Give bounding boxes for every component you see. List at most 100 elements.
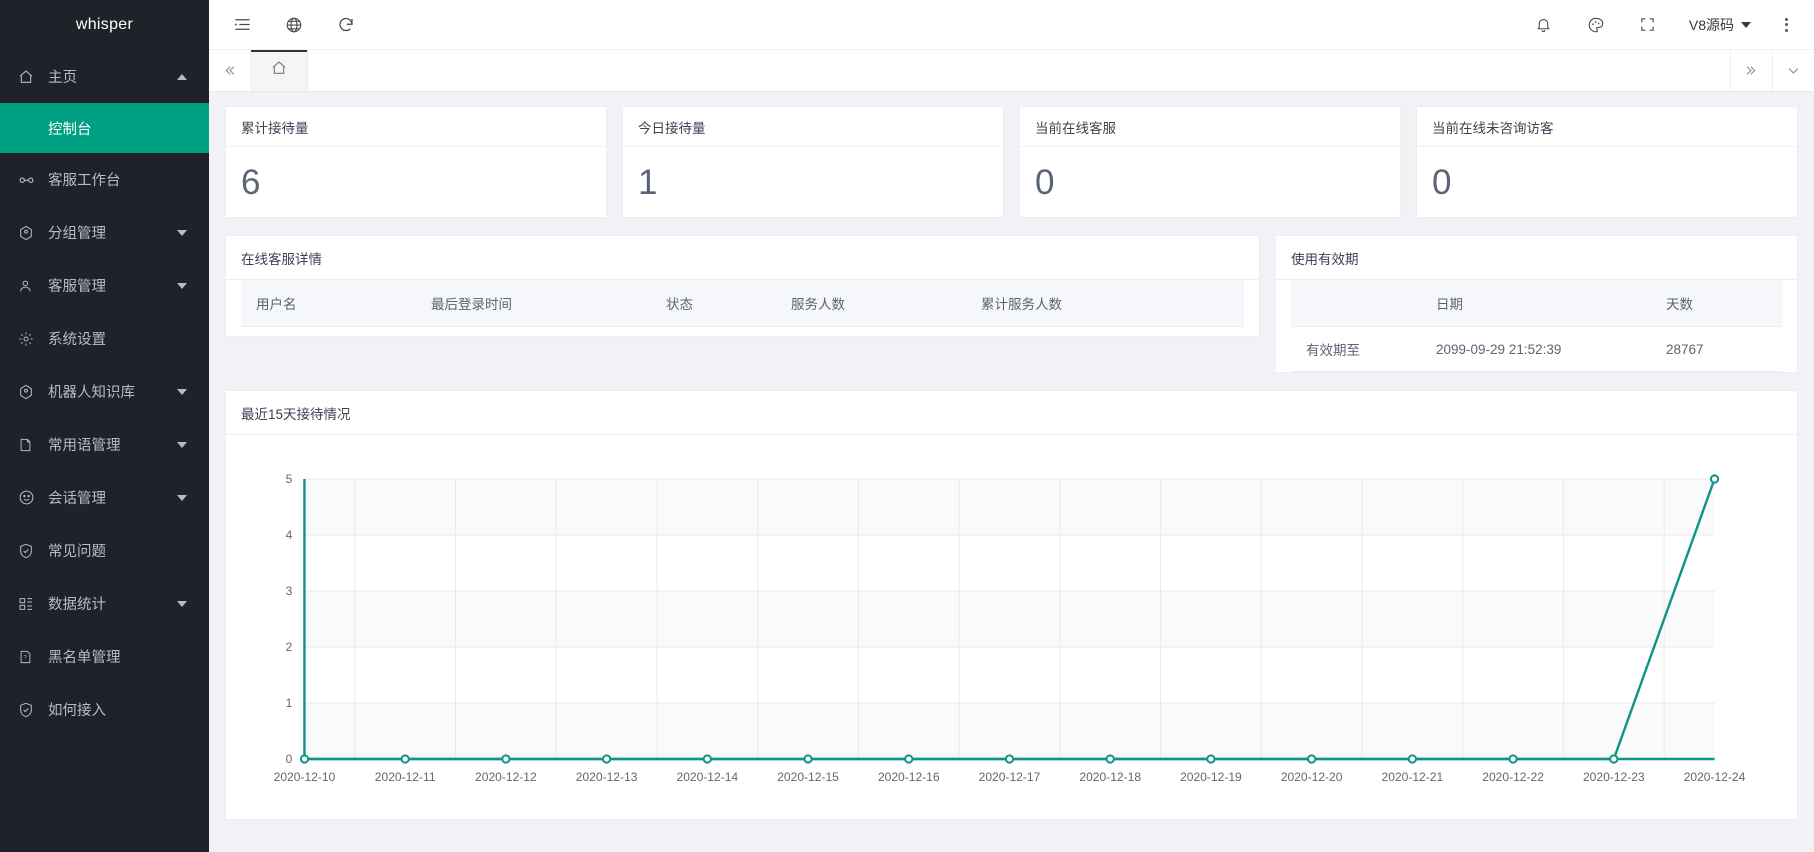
sidebar-item-label: 系统设置 (40, 328, 189, 349)
stat-card-title: 累计接待量 (226, 107, 606, 147)
brand-logo: whisper (0, 0, 209, 50)
chevron-down-icon (175, 438, 189, 452)
tab-home[interactable] (251, 50, 308, 91)
svg-text:?: ? (24, 654, 27, 660)
stat-cards-row: 累计接待量 6 今日接待量 1 当前在线客服 0 (225, 106, 1798, 218)
sidebar-item-workbench[interactable]: 客服工作台 (0, 153, 209, 206)
stat-card-value: 0 (1432, 165, 1451, 200)
gear-icon (18, 330, 40, 348)
chevron-down-icon (175, 279, 189, 293)
svg-text:2020-12-21: 2020-12-21 (1382, 770, 1444, 784)
panel-title: 使用有效期 (1276, 236, 1797, 280)
chevron-down-icon (1741, 22, 1751, 28)
refresh-icon[interactable] (335, 14, 357, 36)
svg-text:2020-12-13: 2020-12-13 (576, 770, 638, 784)
sidebar-item-label: 主页 (40, 66, 175, 87)
chevron-down-icon (175, 597, 189, 611)
svg-text:2020-12-22: 2020-12-22 (1482, 770, 1544, 784)
sidebar-item-label: 机器人知识库 (40, 381, 175, 402)
shield-check-icon (18, 542, 40, 560)
stat-card-title: 今日接待量 (623, 107, 1003, 147)
sidebar-item-phrases[interactable]: 常用语管理 (0, 418, 209, 471)
sidebar-item-home[interactable]: 主页 (0, 50, 209, 103)
mid-row: 在线客服详情 用户名 最后登录时间 状态 服务人数 累计服务人数 (225, 235, 1798, 373)
vertical-dots-icon[interactable] (1781, 18, 1792, 32)
sidebar-item-statistics[interactable]: 数据统计 (0, 577, 209, 630)
sidebar-item-label: 常见问题 (40, 540, 189, 561)
sidebar-item-label: 会话管理 (40, 487, 175, 508)
agents-table-wrap: 用户名 最后登录时间 状态 服务人数 累计服务人数 (226, 280, 1259, 327)
note-icon (18, 436, 40, 454)
svg-text:2020-12-18: 2020-12-18 (1079, 770, 1141, 784)
svg-text:4: 4 (286, 528, 293, 542)
stat-card-value: 1 (638, 165, 657, 200)
col-status: 状态 (651, 280, 776, 327)
svg-text:2020-12-15: 2020-12-15 (777, 770, 839, 784)
online-agents-panel: 在线客服详情 用户名 最后登录时间 状态 服务人数 累计服务人数 (225, 235, 1260, 337)
app-root: whisper 主页 控制台 客服工作台 (0, 0, 1814, 852)
sidebar-item-robot-kb[interactable]: 机器人知识库 (0, 365, 209, 418)
topbar: V8源码 (209, 0, 1814, 50)
user-name-label: V8源码 (1689, 15, 1734, 35)
col-username: 用户名 (241, 280, 416, 327)
stat-card-today-receptions: 今日接待量 1 (622, 106, 1004, 218)
col-serving-count: 服务人数 (776, 280, 966, 327)
sidebar-item-label: 常用语管理 (40, 434, 175, 455)
svg-text:2020-12-16: 2020-12-16 (878, 770, 940, 784)
fullscreen-icon[interactable] (1637, 14, 1659, 36)
dashboard-content: 累计接待量 6 今日接待量 1 当前在线客服 0 (209, 92, 1814, 852)
sidebar-item-group-mgmt[interactable]: 分组管理 (0, 206, 209, 259)
col-date: 日期 (1421, 280, 1651, 327)
panel-title: 在线客服详情 (226, 236, 1259, 280)
chevron-double-left-icon[interactable] (209, 50, 251, 91)
stat-card-body: 6 (226, 147, 606, 218)
sidebar-item-faq[interactable]: 常见问题 (0, 524, 209, 577)
svg-text:2020-12-23: 2020-12-23 (1583, 770, 1645, 784)
sidebar-item-label: 分组管理 (40, 222, 175, 243)
svg-text:2020-12-20: 2020-12-20 (1281, 770, 1343, 784)
bell-icon[interactable] (1533, 14, 1555, 36)
svg-text:2020-12-24: 2020-12-24 (1684, 770, 1746, 784)
robot-icon (18, 383, 40, 401)
sidebar-item-label: 黑名单管理 (40, 646, 189, 667)
svg-text:1: 1 (286, 696, 293, 710)
palette-icon[interactable] (1585, 14, 1607, 36)
svg-text:2020-12-11: 2020-12-11 (375, 770, 436, 784)
agents-table: 用户名 最后登录时间 状态 服务人数 累计服务人数 (241, 280, 1244, 327)
svg-text:2020-12-17: 2020-12-17 (979, 770, 1041, 784)
col-blank (1291, 280, 1421, 327)
expiry-table: 日期 天数 有效期至 2099-09-29 21:52:39 28767 (1291, 280, 1782, 372)
chart-area: 0123452020-12-102020-12-112020-12-122020… (226, 435, 1797, 819)
menu-fold-icon[interactable] (231, 14, 253, 36)
tabbar (209, 50, 1814, 92)
chevron-down-icon (175, 226, 189, 240)
topbar-left-controls (209, 14, 357, 36)
sidebar-item-agent-mgmt[interactable]: 客服管理 (0, 259, 209, 312)
tabbar-dropdown-icon[interactable] (1772, 50, 1814, 91)
sidebar-item-label: 如何接入 (40, 699, 189, 720)
stat-card-body: 0 (1417, 147, 1797, 218)
headset-icon (18, 171, 40, 189)
sidebar-item-session-mgmt[interactable]: 会话管理 (0, 471, 209, 524)
sidebar-item-console[interactable]: 控制台 (0, 103, 209, 153)
stat-card-body: 1 (623, 147, 1003, 218)
topbar-right-controls: V8源码 (1533, 14, 1814, 36)
sidebar-item-blacklist[interactable]: ? 黑名单管理 (0, 630, 209, 683)
cell-label: 有效期至 (1291, 327, 1421, 372)
stat-card-value: 0 (1035, 165, 1054, 200)
sidebar-item-how-to-access[interactable]: 如何接入 (0, 683, 209, 736)
svg-text:0: 0 (286, 752, 293, 766)
globe-icon[interactable] (283, 14, 305, 36)
sidebar-item-system-settings[interactable]: 系统设置 (0, 312, 209, 365)
col-days: 天数 (1651, 280, 1782, 327)
chevron-double-right-icon[interactable] (1730, 50, 1772, 91)
user-menu[interactable]: V8源码 (1689, 15, 1751, 35)
svg-text:2020-12-10: 2020-12-10 (274, 770, 336, 784)
panel-title: 最近15天接待情况 (226, 391, 1797, 435)
blacklist-icon: ? (18, 648, 40, 666)
stat-card-value: 6 (241, 165, 260, 200)
table-row: 有效期至 2099-09-29 21:52:39 28767 (1291, 327, 1782, 372)
col-total-served: 累计服务人数 (966, 280, 1244, 327)
sidebar-item-label: 数据统计 (40, 593, 175, 614)
stat-card-body: 0 (1020, 147, 1400, 218)
